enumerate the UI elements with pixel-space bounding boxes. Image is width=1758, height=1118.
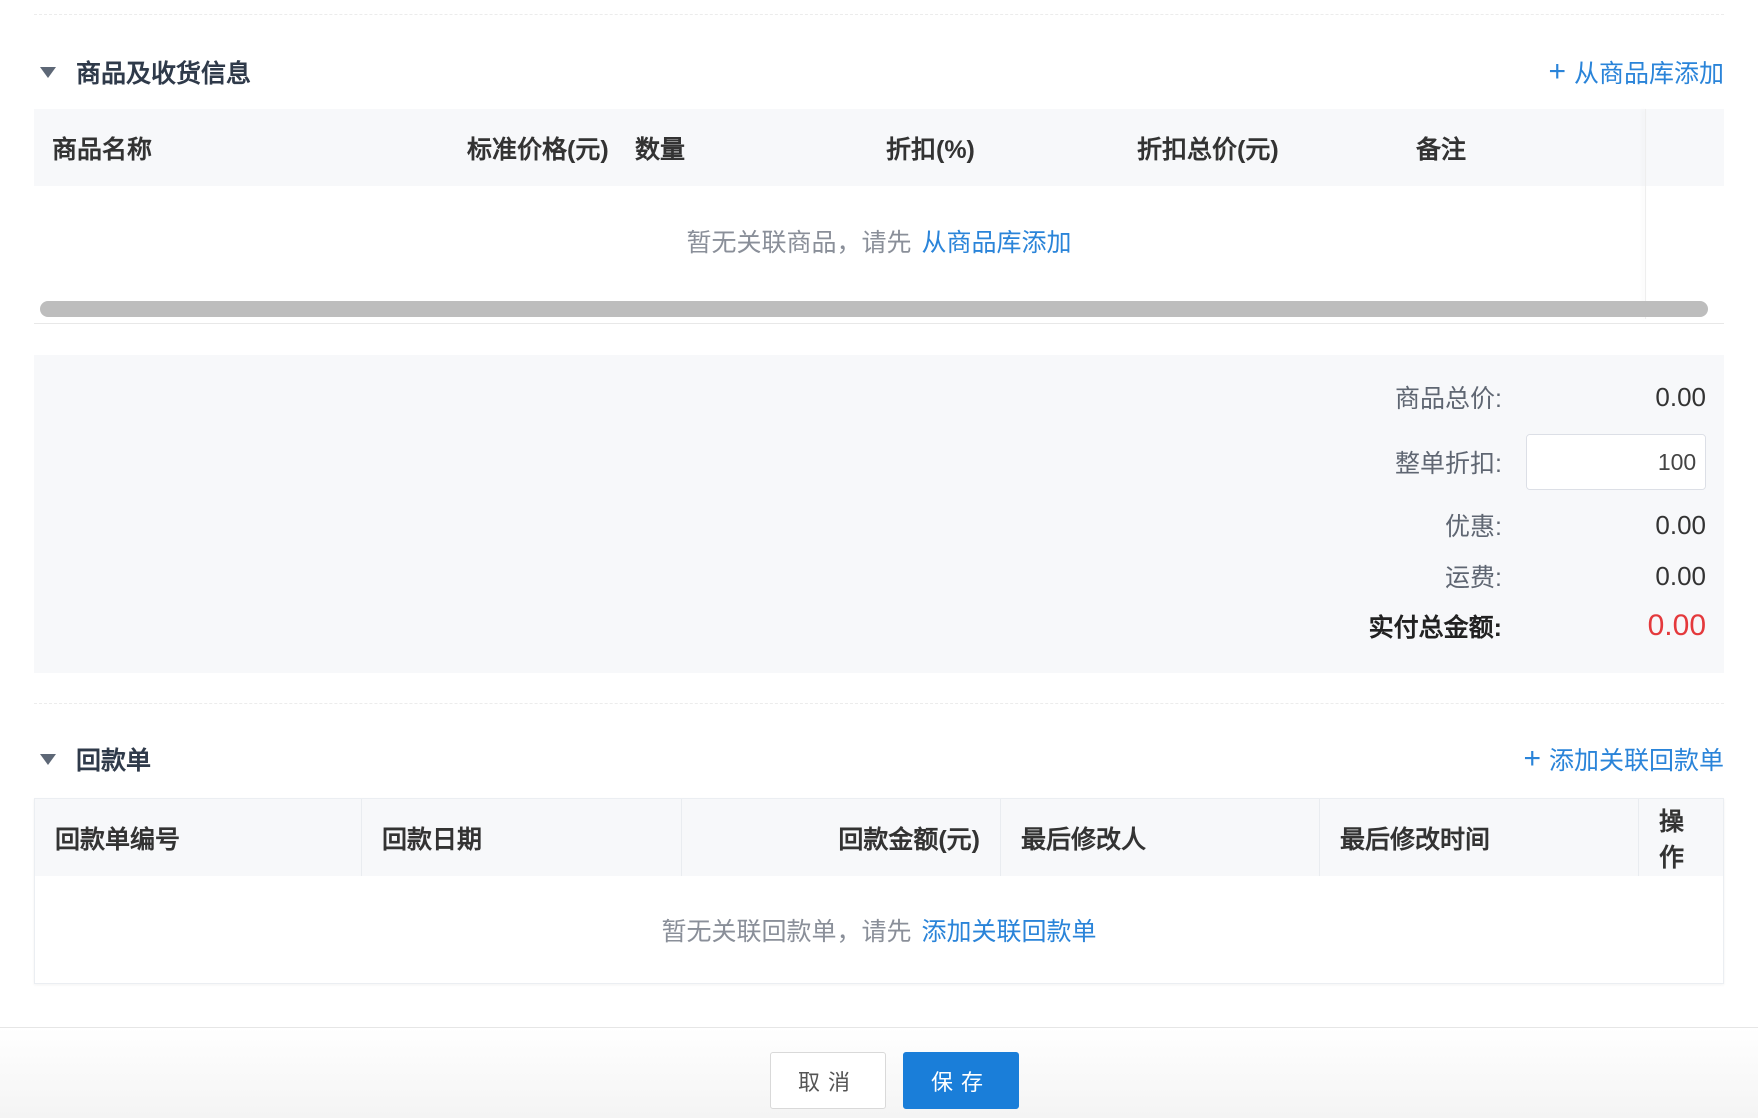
plus-icon: + [1548, 55, 1566, 88]
products-empty-row: 暂无关联商品，请先 从商品库添加 [34, 186, 1724, 296]
summary-row-shipping: 运费: 0.00 [1186, 556, 1706, 596]
column-header-quantity: 数量 [635, 135, 686, 164]
column-header-product-name: 商品名称 [52, 135, 153, 164]
products-empty-add-link[interactable]: 从商品库添加 [922, 223, 1072, 259]
save-button[interactable]: 保存 [903, 1052, 1019, 1109]
column-header-payment-number: 回款单编号 [35, 799, 362, 876]
collapse-caret-icon[interactable] [40, 753, 56, 765]
top-divider [34, 14, 1724, 15]
products-section-title: 商品及收货信息 [76, 60, 252, 88]
payable-total-label: 实付总金额: [1368, 614, 1502, 642]
shipping-value: 0.00 [1655, 560, 1706, 591]
order-discount-input[interactable] [1527, 435, 1705, 489]
goods-total-value: 0.00 [1655, 381, 1706, 412]
add-payment-button[interactable]: + 添加关联回款单 [1523, 741, 1724, 777]
price-summary-panel: 商品总价: 0.00 整单折扣: % 优惠: 0.00 运费: 0.00 实付总… [34, 355, 1724, 673]
payments-section-title: 回款单 [76, 747, 152, 775]
payments-empty-row: 暂无关联回款单，请先 添加关联回款单 [35, 876, 1723, 983]
add-from-catalog-label: 从商品库添加 [1573, 60, 1724, 88]
column-header-last-modifier: 最后修改人 [1001, 799, 1320, 876]
add-payment-label: 添加关联回款单 [1548, 747, 1724, 775]
column-header-remark: 备注 [1416, 135, 1467, 164]
section-divider [34, 703, 1724, 704]
plus-icon: + [1523, 742, 1541, 775]
column-header-payment-date: 回款日期 [362, 799, 682, 876]
column-header-discount: 折扣(%) [886, 135, 975, 164]
summary-row-discount: 整单折扣: % [1186, 433, 1706, 491]
collapse-caret-icon[interactable] [40, 66, 56, 78]
column-header-last-modified-time: 最后修改时间 [1320, 799, 1639, 876]
fixed-column-divider [1645, 109, 1646, 319]
column-header-payment-amount: 回款金额(元) [682, 799, 1001, 876]
promo-label: 优惠: [1445, 513, 1502, 541]
summary-row-payable: 实付总金额: 0.00 [1186, 606, 1706, 646]
form-footer: 取消 保存 [0, 1027, 1758, 1118]
order-discount-label: 整单折扣: [1395, 450, 1502, 478]
column-header-discounted-total: 折扣总价(元) [1137, 135, 1279, 164]
payments-empty-text: 暂无关联回款单，请先 [661, 917, 912, 946]
products-section-header: 商品及收货信息 + 从商品库添加 [34, 52, 1724, 92]
goods-total-label: 商品总价: [1395, 385, 1502, 413]
column-header-standard-price: 标准价格(元) [467, 135, 609, 164]
payments-empty-add-link[interactable]: 添加关联回款单 [922, 912, 1097, 948]
payments-table: 回款单编号 回款日期 回款金额(元) 最后修改人 最后修改时间 操作 暂无关联回… [34, 798, 1724, 984]
summary-row-promo: 优惠: 0.00 [1186, 505, 1706, 545]
products-table-header: 商品名称 标准价格(元) 数量 折扣(%) 折扣总价(元) 备注 [34, 109, 1724, 186]
add-from-catalog-button[interactable]: + 从商品库添加 [1548, 54, 1724, 90]
summary-row-total: 商品总价: 0.00 [1186, 377, 1706, 417]
products-empty-text: 暂无关联商品，请先 [686, 229, 912, 257]
products-table: 商品名称 标准价格(元) 数量 折扣(%) 折扣总价(元) 备注 暂无关联商品，… [34, 109, 1724, 324]
order-discount-input-group: % [1526, 434, 1706, 490]
payments-section-header: 回款单 + 添加关联回款单 [34, 739, 1724, 779]
horizontal-scrollbar[interactable] [40, 301, 1708, 317]
payable-total-value: 0.00 [1647, 609, 1706, 642]
shipping-label: 运费: [1445, 564, 1502, 592]
cancel-button[interactable]: 取消 [770, 1052, 886, 1109]
promo-value: 0.00 [1655, 509, 1706, 540]
column-header-actions: 操作 [1659, 807, 1685, 872]
payments-table-header: 回款单编号 回款日期 回款金额(元) 最后修改人 最后修改时间 操作 [35, 799, 1723, 876]
